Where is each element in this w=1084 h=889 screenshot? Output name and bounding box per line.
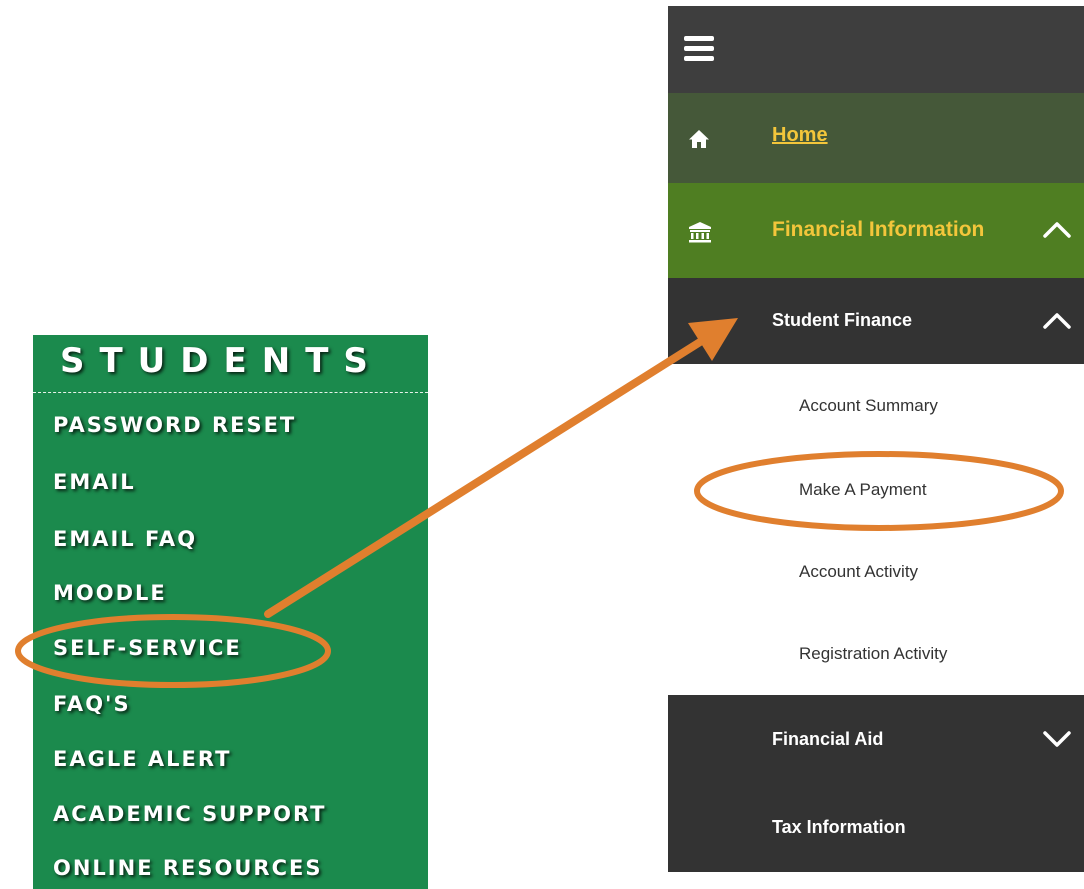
nav-item-financial-information[interactable]: Financial Information [668,183,1084,278]
link-moodle[interactable]: MOODLE [53,581,167,605]
hamburger-menu-icon[interactable] [684,36,714,62]
chevron-down-icon[interactable] [1042,730,1072,753]
chevron-up-icon[interactable] [1042,221,1072,244]
nav-home-label[interactable]: Home [772,124,828,147]
students-divider [33,392,428,393]
nav-item-financial-aid[interactable]: Financial Aid [668,695,1084,784]
nav-tax-information-label: Tax Information [772,817,906,837]
side-navigation: Home Financial Information Student Finan… [668,6,1084,872]
students-title: STUDENTS [60,341,383,381]
nav-student-finance-label: Student Finance [772,310,913,330]
link-faqs[interactable]: FAQ'S [53,692,131,716]
chevron-up-icon[interactable] [1042,312,1072,335]
nav-top-bar [668,6,1084,93]
nav-financial-information-label: Financial Information [772,218,985,241]
link-online-resources[interactable]: ONLINE RESOURCES [53,856,322,880]
link-email[interactable]: EMAIL [53,470,136,494]
submenu-account-summary[interactable]: Account Summary [799,396,938,416]
submenu-registration-activity[interactable]: Registration Activity [799,644,947,664]
home-icon [688,129,710,154]
students-panel: STUDENTS PASSWORD RESET EMAIL EMAIL FAQ … [33,335,428,889]
link-academic-support[interactable]: ACADEMIC SUPPORT [53,802,327,826]
student-finance-submenu: Account Summary Make A Payment Account A… [668,364,1084,695]
submenu-account-activity[interactable]: Account Activity [799,562,918,582]
link-eagle-alert[interactable]: EAGLE ALERT [53,747,231,771]
submenu-make-a-payment[interactable]: Make A Payment [799,480,927,500]
link-email-faq[interactable]: EMAIL FAQ [53,527,197,551]
bank-icon [688,221,712,248]
nav-item-student-finance[interactable]: Student Finance [668,278,1084,364]
nav-item-home[interactable]: Home [668,93,1084,183]
nav-financial-aid-label: Financial Aid [772,729,884,749]
link-self-service[interactable]: SELF-SERVICE [53,636,242,660]
link-password-reset[interactable]: PASSWORD RESET [53,413,296,437]
nav-item-tax-information[interactable]: Tax Information [668,784,1084,872]
